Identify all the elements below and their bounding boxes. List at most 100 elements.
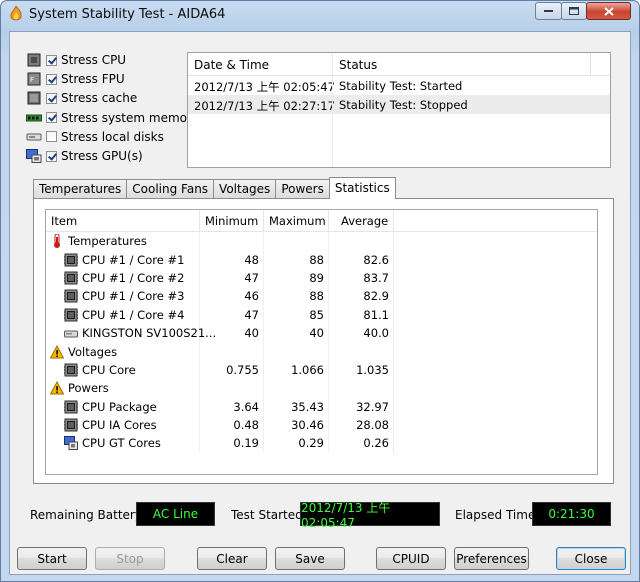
stats-average: 1.035 (329, 360, 394, 380)
tab-statistics[interactable]: Statistics (328, 177, 396, 199)
log-row[interactable]: 2012/7/13 上午 02:27:17 Stability Test: St… (188, 95, 610, 114)
stats-row[interactable]: CPU GT Cores 0.19 0.29 0.26 (46, 434, 597, 453)
cpu-chip-icon (64, 418, 78, 432)
cpu-chip-icon (64, 308, 78, 322)
stats-row[interactable]: CPU #1 / Core #1 48 88 82.6 (46, 250, 597, 269)
stress-option[interactable]: Stress CPU (26, 51, 126, 69)
maximize-button[interactable] (561, 2, 587, 20)
stats-average (329, 342, 394, 361)
log-column-status[interactable]: Status (333, 53, 591, 75)
stats-group-row[interactable]: Temperatures (46, 232, 597, 251)
close-window-button[interactable] (586, 2, 631, 20)
thermometer-icon (50, 233, 64, 249)
log-row[interactable]: 2012/7/13 上午 02:05:47 Stability Test: St… (188, 76, 610, 95)
stats-average: 32.97 (329, 397, 394, 416)
stats-row[interactable]: CPU Package 3.64 35.43 32.97 (46, 397, 597, 416)
gpu-monitor-icon (64, 436, 78, 451)
stress-checkbox[interactable] (46, 112, 57, 124)
gpu-monitor-icon (26, 149, 42, 163)
stats-item-cell: Powers (46, 379, 200, 398)
stats-item-cell: CPU Core (46, 360, 200, 380)
client-area: Stress CPU F Stress FPU Stress cache Stress … (9, 31, 631, 575)
stress-option-label: Stress FPU (61, 72, 125, 87)
stats-row[interactable]: CPU #1 / Core #3 46 88 82.9 (46, 287, 597, 306)
save-button[interactable]: Save (275, 547, 345, 570)
elapsed-time-label: Elapsed Time: (455, 508, 540, 522)
statistics-table[interactable]: Item Minimum Maximum Average Temperature… (45, 209, 598, 475)
stats-average: 82.6 (329, 250, 394, 269)
tab-bar: Temperatures Cooling Fans Voltages Power… (33, 177, 396, 199)
stop-button[interactable]: Stop (95, 547, 165, 570)
stats-average: 28.08 (329, 415, 394, 435)
stats-item-label: Powers (68, 381, 109, 396)
tab-voltages[interactable]: Voltages (213, 179, 277, 198)
close-icon (603, 6, 614, 16)
stats-maximum: 0.29 (264, 434, 329, 453)
minimize-button[interactable] (535, 2, 562, 20)
stats-item-cell: CPU IA Cores (46, 415, 200, 435)
stats-item-cell: Temperatures (46, 232, 200, 251)
tab-temperatures[interactable]: Temperatures (33, 179, 128, 198)
stress-option-label: Stress CPU (61, 53, 127, 67)
stress-checkbox[interactable] (46, 92, 57, 104)
battery-value-display: AC Line (136, 502, 215, 526)
stress-option-label: Stress GPU(s) (61, 149, 143, 163)
stress-option-label: Stress local disks (61, 129, 164, 144)
stress-option[interactable]: Stress GPU(s) (26, 147, 143, 165)
stats-row[interactable]: CPU Core 0.755 1.066 1.035 (46, 360, 597, 380)
stress-option[interactable]: Stress cache (26, 89, 137, 107)
stats-item-label: KINGSTON SV100S21... (82, 326, 217, 341)
tab-powers[interactable]: Powers (275, 179, 330, 198)
stress-checkbox[interactable] (46, 150, 57, 162)
app-window: System Stability Test - AIDA64 Stress CP… (0, 0, 640, 582)
stress-option[interactable]: Stress system memory (26, 109, 199, 127)
close-button[interactable]: Close (556, 547, 626, 570)
log-header: Date & Time Status (188, 53, 610, 76)
log-time: 2012/7/13 上午 02:05:47 (194, 80, 335, 94)
stats-item-label: Voltages (68, 344, 118, 359)
stats-minimum: 40 (200, 323, 264, 343)
stats-body: Temperatures CPU #1 / Core #1 48 88 82.6 CPU … (46, 232, 597, 453)
log-column-datetime[interactable]: Date & Time (188, 53, 333, 75)
stress-checkbox[interactable] (46, 73, 57, 85)
stats-item-label: Temperatures (68, 234, 147, 249)
stats-minimum: 47 (200, 305, 264, 324)
stats-item-label: CPU Core (82, 362, 136, 377)
event-log-table[interactable]: Date & Time Status 2012/7/13 上午 02:05:47… (187, 52, 611, 168)
start-button[interactable]: Start (17, 547, 87, 570)
stress-option[interactable]: F Stress FPU (26, 70, 125, 88)
stats-row[interactable]: CPU #1 / Core #4 47 85 81.1 (46, 305, 597, 324)
stress-checkbox[interactable] (46, 54, 57, 66)
stats-group-row[interactable]: Powers (46, 379, 597, 398)
stress-checkbox[interactable] (46, 131, 57, 143)
stats-item-cell: KINGSTON SV100S21... (46, 323, 216, 343)
cpu-chip-icon (64, 400, 78, 414)
battery-label: Remaining Battery: (30, 508, 146, 522)
aida64-flame-icon (10, 6, 22, 21)
clear-button[interactable]: Clear (197, 547, 267, 570)
stats-row[interactable]: CPU IA Cores 0.48 30.46 28.08 (46, 415, 597, 435)
stats-row[interactable]: CPU #1 / Core #2 47 89 83.7 (46, 268, 597, 288)
stats-minimum: 48 (200, 250, 264, 269)
stats-minimum: 3.64 (200, 397, 264, 416)
stats-row[interactable]: KINGSTON SV100S21... 40 40 40.0 (46, 323, 597, 343)
stats-column-minimum[interactable]: Minimum (200, 210, 264, 231)
log-status: Stability Test: Started (339, 79, 463, 93)
stats-maximum: 30.46 (264, 415, 329, 435)
stats-maximum: 1.066 (264, 360, 329, 380)
title-bar[interactable]: System Stability Test - AIDA64 (1, 1, 639, 29)
stats-average (329, 232, 394, 251)
stress-option[interactable]: Stress local disks (26, 128, 164, 146)
test-started-display: 2012/7/13 上午 02:05:47 (300, 501, 440, 530)
stats-average: 81.1 (329, 305, 394, 324)
stats-column-average[interactable]: Average (329, 210, 394, 231)
stats-maximum: 40 (264, 323, 329, 343)
preferences-button[interactable]: Preferences (454, 547, 529, 570)
cpuid-button[interactable]: CPUID (376, 547, 446, 570)
stats-column-maximum[interactable]: Maximum (264, 210, 329, 231)
stats-column-item[interactable]: Item (46, 210, 200, 231)
stats-group-row[interactable]: Voltages (46, 342, 597, 361)
stats-average: 0.26 (329, 434, 394, 453)
cache-icon (26, 91, 42, 105)
tab-cooling-fans[interactable]: Cooling Fans (126, 179, 215, 198)
